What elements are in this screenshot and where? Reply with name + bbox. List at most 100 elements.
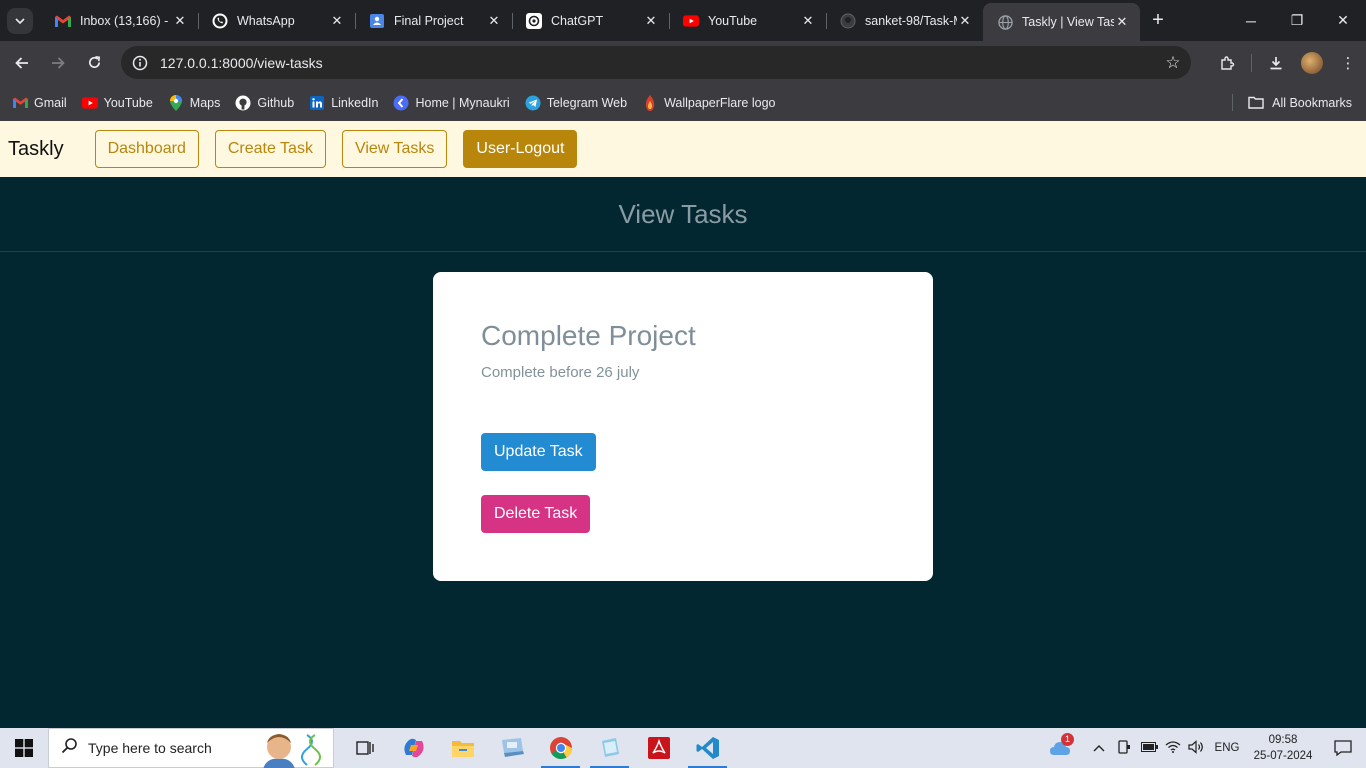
all-bookmarks-button[interactable]: All Bookmarks bbox=[1232, 84, 1352, 121]
linkedin-icon bbox=[309, 95, 325, 111]
close-icon[interactable]: ✕ bbox=[800, 13, 816, 29]
desktop-app-icon[interactable] bbox=[487, 728, 536, 768]
task-view-icon[interactable] bbox=[340, 728, 389, 768]
chevron-up-icon[interactable] bbox=[1086, 741, 1112, 755]
bookmark-github[interactable]: Github bbox=[235, 95, 294, 111]
bookmark-telegram[interactable]: Telegram Web bbox=[525, 95, 627, 111]
windows-start-button[interactable] bbox=[0, 728, 48, 768]
system-tray: 1 ENG 09:58 25-07-2024 bbox=[1042, 728, 1366, 768]
reload-icon[interactable] bbox=[76, 45, 112, 81]
taskbar-search-placeholder: Type here to search bbox=[88, 740, 212, 756]
profile-avatar[interactable] bbox=[1301, 51, 1323, 74]
bookmark-label: Github bbox=[257, 95, 295, 110]
clock-date: 25-07-2024 bbox=[1253, 750, 1313, 762]
extensions-icon[interactable] bbox=[1209, 55, 1245, 71]
bookmark-label: YouTube bbox=[103, 95, 153, 110]
bookmark-maps[interactable]: Maps bbox=[168, 94, 221, 111]
docs-icon bbox=[369, 13, 385, 29]
minimize-icon[interactable]: ─ bbox=[1228, 0, 1274, 41]
close-icon[interactable]: ✕ bbox=[643, 13, 659, 29]
chrome-icon[interactable] bbox=[536, 728, 585, 768]
close-icon[interactable]: ✕ bbox=[1114, 14, 1130, 30]
copilot-icon[interactable] bbox=[389, 728, 438, 768]
browser-tab-strip: Inbox (13,166) - ✕ WhatsApp ✕ Final Proj… bbox=[0, 0, 1366, 41]
file-explorer-icon[interactable] bbox=[438, 728, 487, 768]
globe-icon bbox=[997, 14, 1013, 30]
bookmark-linkedin[interactable]: LinkedIn bbox=[309, 95, 378, 111]
search-icon bbox=[61, 737, 78, 759]
bookmark-youtube[interactable]: YouTube bbox=[81, 95, 153, 111]
restore-icon[interactable]: ❐ bbox=[1274, 0, 1320, 41]
tab-title: YouTube bbox=[708, 14, 758, 28]
close-icon[interactable]: ✕ bbox=[957, 13, 973, 29]
taskbar-search-box[interactable]: Type here to search bbox=[48, 728, 334, 768]
vscode-icon[interactable] bbox=[683, 728, 732, 768]
volume-icon[interactable] bbox=[1184, 739, 1208, 757]
notification-center-icon[interactable] bbox=[1320, 740, 1366, 756]
delete-task-button[interactable]: Delete Task bbox=[481, 495, 591, 533]
tab-title: Taskly | View Task bbox=[1022, 15, 1114, 29]
close-icon[interactable]: ✕ bbox=[329, 13, 345, 29]
language-indicator[interactable]: ENG bbox=[1208, 742, 1246, 754]
gmail-icon bbox=[55, 13, 71, 29]
weather-widget-icon[interactable]: 1 bbox=[1042, 733, 1078, 757]
bookmark-wallpaperflare[interactable]: WallpaperFlare logo bbox=[642, 94, 776, 111]
nav-dashboard-button[interactable]: Dashboard bbox=[94, 130, 199, 168]
gmail-icon bbox=[12, 95, 28, 111]
menu-dots-icon[interactable]: ⋮ bbox=[1330, 54, 1366, 72]
taskbar-clock[interactable]: 09:58 25-07-2024 bbox=[1246, 732, 1320, 764]
clock-time: 09:58 bbox=[1268, 734, 1298, 746]
update-task-button[interactable]: Update Task bbox=[481, 433, 596, 471]
maps-icon bbox=[168, 94, 184, 111]
bookmark-label: WallpaperFlare logo bbox=[664, 95, 776, 110]
bookmark-label: Maps bbox=[189, 95, 221, 110]
tab-title: sanket-98/Task-M bbox=[865, 14, 957, 28]
browser-tab[interactable]: Inbox (13,166) - ✕ bbox=[41, 4, 198, 38]
download-icon[interactable] bbox=[1258, 55, 1294, 71]
bookmark-label: LinkedIn bbox=[331, 95, 379, 110]
nav-view-tasks-button[interactable]: View Tasks bbox=[341, 130, 448, 168]
bookmark-gmail[interactable]: Gmail bbox=[12, 95, 67, 111]
bookmark-label: Telegram Web bbox=[546, 95, 628, 110]
browser-tab[interactable]: WhatsApp ✕ bbox=[198, 4, 355, 38]
meet-now-icon[interactable] bbox=[1112, 739, 1136, 757]
browser-tab-active[interactable]: Taskly | View Task ✕ bbox=[983, 3, 1140, 41]
chevron-down-icon bbox=[15, 17, 25, 24]
forward-arrow-icon[interactable] bbox=[40, 45, 76, 81]
nav-logout-button[interactable]: User-Logout bbox=[463, 130, 578, 168]
browser-tab[interactable]: sanket-98/Task-M ✕ bbox=[826, 4, 983, 38]
bookmark-label: Home | Mynaukri bbox=[415, 95, 510, 110]
github-icon bbox=[840, 13, 856, 29]
wifi-icon[interactable] bbox=[1162, 740, 1184, 756]
back-arrow-icon[interactable] bbox=[4, 45, 40, 81]
browser-tab[interactable]: YouTube ✕ bbox=[669, 4, 826, 38]
address-bar[interactable]: 127.0.0.1:8000/view-tasks ☆ bbox=[121, 46, 1191, 79]
tab-search-button[interactable] bbox=[7, 7, 33, 34]
youtube-icon bbox=[683, 13, 699, 29]
close-icon[interactable]: ✕ bbox=[172, 13, 188, 29]
browser-toolbar: 127.0.0.1:8000/view-tasks ☆ ⋮ bbox=[0, 41, 1366, 84]
bookmarks-bar: Gmail YouTube Maps Github LinkedIn Home … bbox=[0, 84, 1366, 121]
new-tab-button[interactable]: + bbox=[1144, 7, 1172, 35]
brand-logo[interactable]: Taskly bbox=[8, 138, 64, 161]
telegram-icon bbox=[525, 95, 541, 111]
browser-tab[interactable]: Final Project ✕ bbox=[355, 4, 512, 38]
bookmark-star-icon[interactable]: ☆ bbox=[1155, 53, 1191, 73]
site-info-icon[interactable] bbox=[124, 55, 156, 71]
bookmark-label: Gmail bbox=[34, 95, 67, 110]
close-window-icon[interactable]: ✕ bbox=[1320, 0, 1366, 41]
browser-tab[interactable]: ChatGPT ✕ bbox=[512, 4, 669, 38]
acrobat-icon[interactable] bbox=[634, 728, 683, 768]
mynaukri-icon bbox=[393, 95, 409, 111]
url-text: 127.0.0.1:8000/view-tasks bbox=[160, 54, 323, 71]
notepad-app-icon[interactable] bbox=[585, 728, 634, 768]
chatgpt-icon bbox=[526, 13, 542, 29]
tab-title: WhatsApp bbox=[237, 14, 295, 28]
tab-title: Inbox (13,166) - bbox=[80, 14, 169, 28]
nav-create-task-button[interactable]: Create Task bbox=[214, 130, 326, 168]
battery-icon[interactable] bbox=[1136, 741, 1162, 755]
tab-title: Final Project bbox=[394, 14, 464, 28]
weather-badge: 1 bbox=[1061, 733, 1074, 746]
close-icon[interactable]: ✕ bbox=[486, 13, 502, 29]
bookmark-mynaukri[interactable]: Home | Mynaukri bbox=[393, 95, 510, 111]
